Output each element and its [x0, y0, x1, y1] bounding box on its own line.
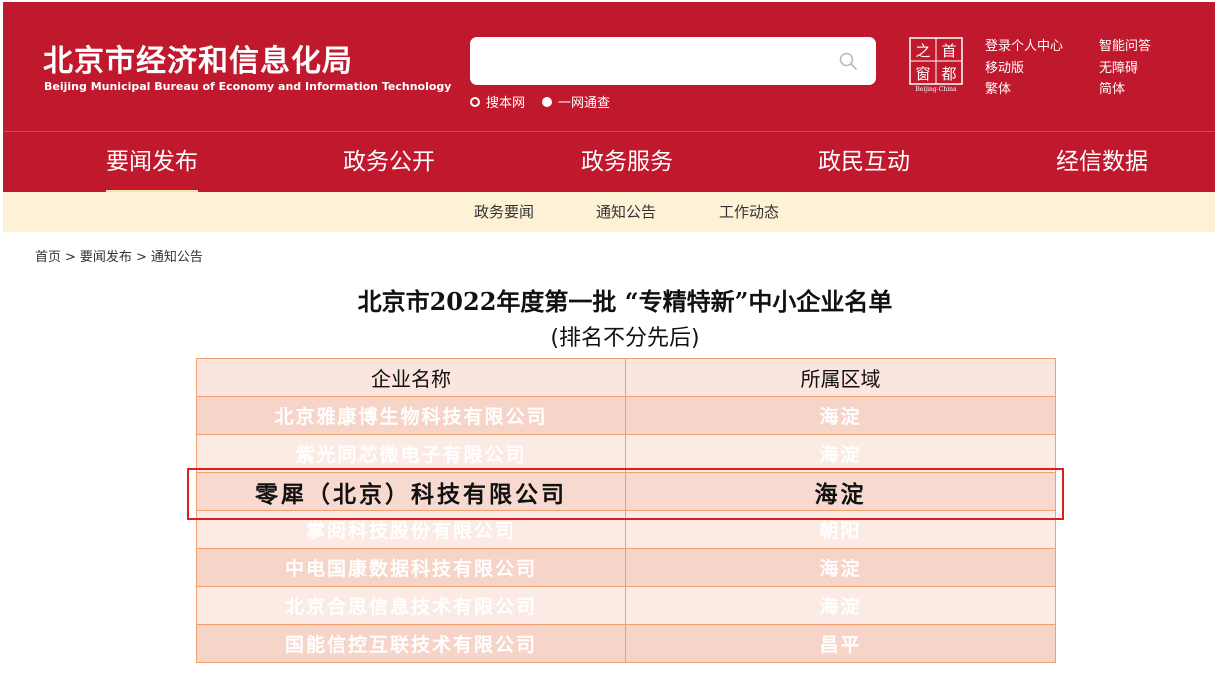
logo-char: 窗	[915, 65, 930, 83]
subnav-item-gov-news[interactable]: 政务要闻	[474, 192, 534, 232]
main-nav: 要闻发布 政务公开 政务服务 政民互动 经信数据	[3, 131, 1215, 193]
traditional-chinese-link[interactable]: 繁体	[985, 78, 1011, 97]
sub-nav: 政务要闻 通知公告 工作动态	[3, 192, 1215, 232]
table-row: 掌阅科技股份有限公司 朝阳	[196, 510, 1056, 549]
district-cell: 海淀	[625, 472, 1056, 511]
district-cell: 海淀	[625, 434, 1056, 473]
nav-item-interaction[interactable]: 政民互动	[818, 132, 910, 193]
breadcrumb-notices[interactable]: 通知公告	[151, 250, 203, 265]
smart-qa-link[interactable]: 智能问答	[1099, 35, 1151, 54]
logo-char: 之	[915, 42, 930, 60]
breadcrumb-news[interactable]: 要闻发布	[80, 250, 132, 265]
logo-char: 首	[941, 42, 956, 60]
scope-option-site[interactable]: 搜本网	[470, 92, 525, 111]
nav-item-gov-affairs[interactable]: 政务公开	[343, 132, 435, 193]
enterprise-table: 企业名称 所属区域 北京雅康博生物科技有限公司 海淀 紫光同芯微电子有限公司 海…	[196, 358, 1056, 663]
search-input[interactable]	[470, 37, 830, 85]
subnav-item-notices[interactable]: 通知公告	[596, 192, 656, 232]
district-cell: 海淀	[625, 586, 1056, 625]
company-name-cell: 紫光同芯微电子有限公司	[196, 434, 626, 473]
subnav-item-work-updates[interactable]: 工作动态	[719, 192, 779, 232]
search-icon[interactable]	[838, 51, 858, 71]
simplified-chinese-link[interactable]: 简体	[1099, 78, 1125, 97]
table-row: 北京合思信息技术有限公司 海淀	[196, 586, 1056, 625]
search-box	[470, 37, 876, 85]
logo-char: 都	[941, 65, 956, 83]
company-name-cell: 掌阅科技股份有限公司	[196, 510, 626, 549]
company-name-cell: 国能信控互联技术有限公司	[196, 624, 626, 663]
table-header-row: 企业名称 所属区域	[196, 358, 1056, 397]
table-row: 北京雅康博生物科技有限公司 海淀	[196, 396, 1056, 435]
article-title: 北京市2022年度第一批 “专精特新”中小企业名单	[357, 287, 893, 316]
company-name-cell: 零犀（北京）科技有限公司	[196, 472, 626, 511]
breadcrumb-separator: >	[135, 250, 147, 265]
district-cell: 昌平	[625, 624, 1056, 663]
login-link[interactable]: 登录个人中心	[985, 35, 1063, 54]
radio-checked-icon	[542, 96, 552, 107]
nav-item-data[interactable]: 经信数据	[1056, 132, 1148, 193]
breadcrumb: 首页 > 要闻发布 > 通知公告	[35, 246, 203, 265]
scope-option-label: 一网通查	[558, 96, 611, 111]
table-row: 国能信控互联技术有限公司 昌平	[196, 624, 1056, 663]
site-title-en[interactable]: Beijing Municipal Bureau of Economy and …	[44, 80, 451, 93]
nav-item-news[interactable]: 要闻发布	[106, 132, 198, 193]
accessibility-link[interactable]: 无障碍	[1099, 57, 1138, 76]
header-district: 所属区域	[625, 358, 1056, 397]
article-subtitle: (排名不分先后)	[550, 326, 700, 351]
header-company-name: 企业名称	[196, 358, 626, 397]
capital-logo-caption: Beijing-China	[915, 86, 957, 93]
company-name-cell: 中电国康数据科技有限公司	[196, 548, 626, 587]
scope-option-label: 搜本网	[486, 96, 526, 111]
breadcrumb-home[interactable]: 首页	[35, 250, 61, 265]
site-title-cn[interactable]: 北京市经济和信息化局	[43, 36, 353, 80]
radio-unchecked-icon	[470, 96, 480, 107]
district-cell: 海淀	[625, 396, 1056, 435]
breadcrumb-separator: >	[65, 250, 76, 265]
scope-option-all[interactable]: 一网通查	[542, 92, 610, 111]
site-header: 北京市经济和信息化局 Beijing Municipal Bureau of E…	[3, 2, 1215, 131]
district-cell: 朝阳	[625, 510, 1056, 549]
district-cell: 海淀	[625, 548, 1056, 587]
mobile-version-link[interactable]: 移动版	[985, 57, 1024, 76]
company-name-cell: 北京合思信息技术有限公司	[196, 586, 626, 625]
company-name-cell: 北京雅康博生物科技有限公司	[196, 396, 626, 435]
table-row: 中电国康数据科技有限公司 海淀	[196, 548, 1056, 587]
nav-item-gov-services[interactable]: 政务服务	[581, 132, 673, 193]
table-row-highlighted: 零犀（北京）科技有限公司 海淀	[196, 472, 1056, 511]
table-row: 紫光同芯微电子有限公司 海淀	[196, 434, 1056, 473]
